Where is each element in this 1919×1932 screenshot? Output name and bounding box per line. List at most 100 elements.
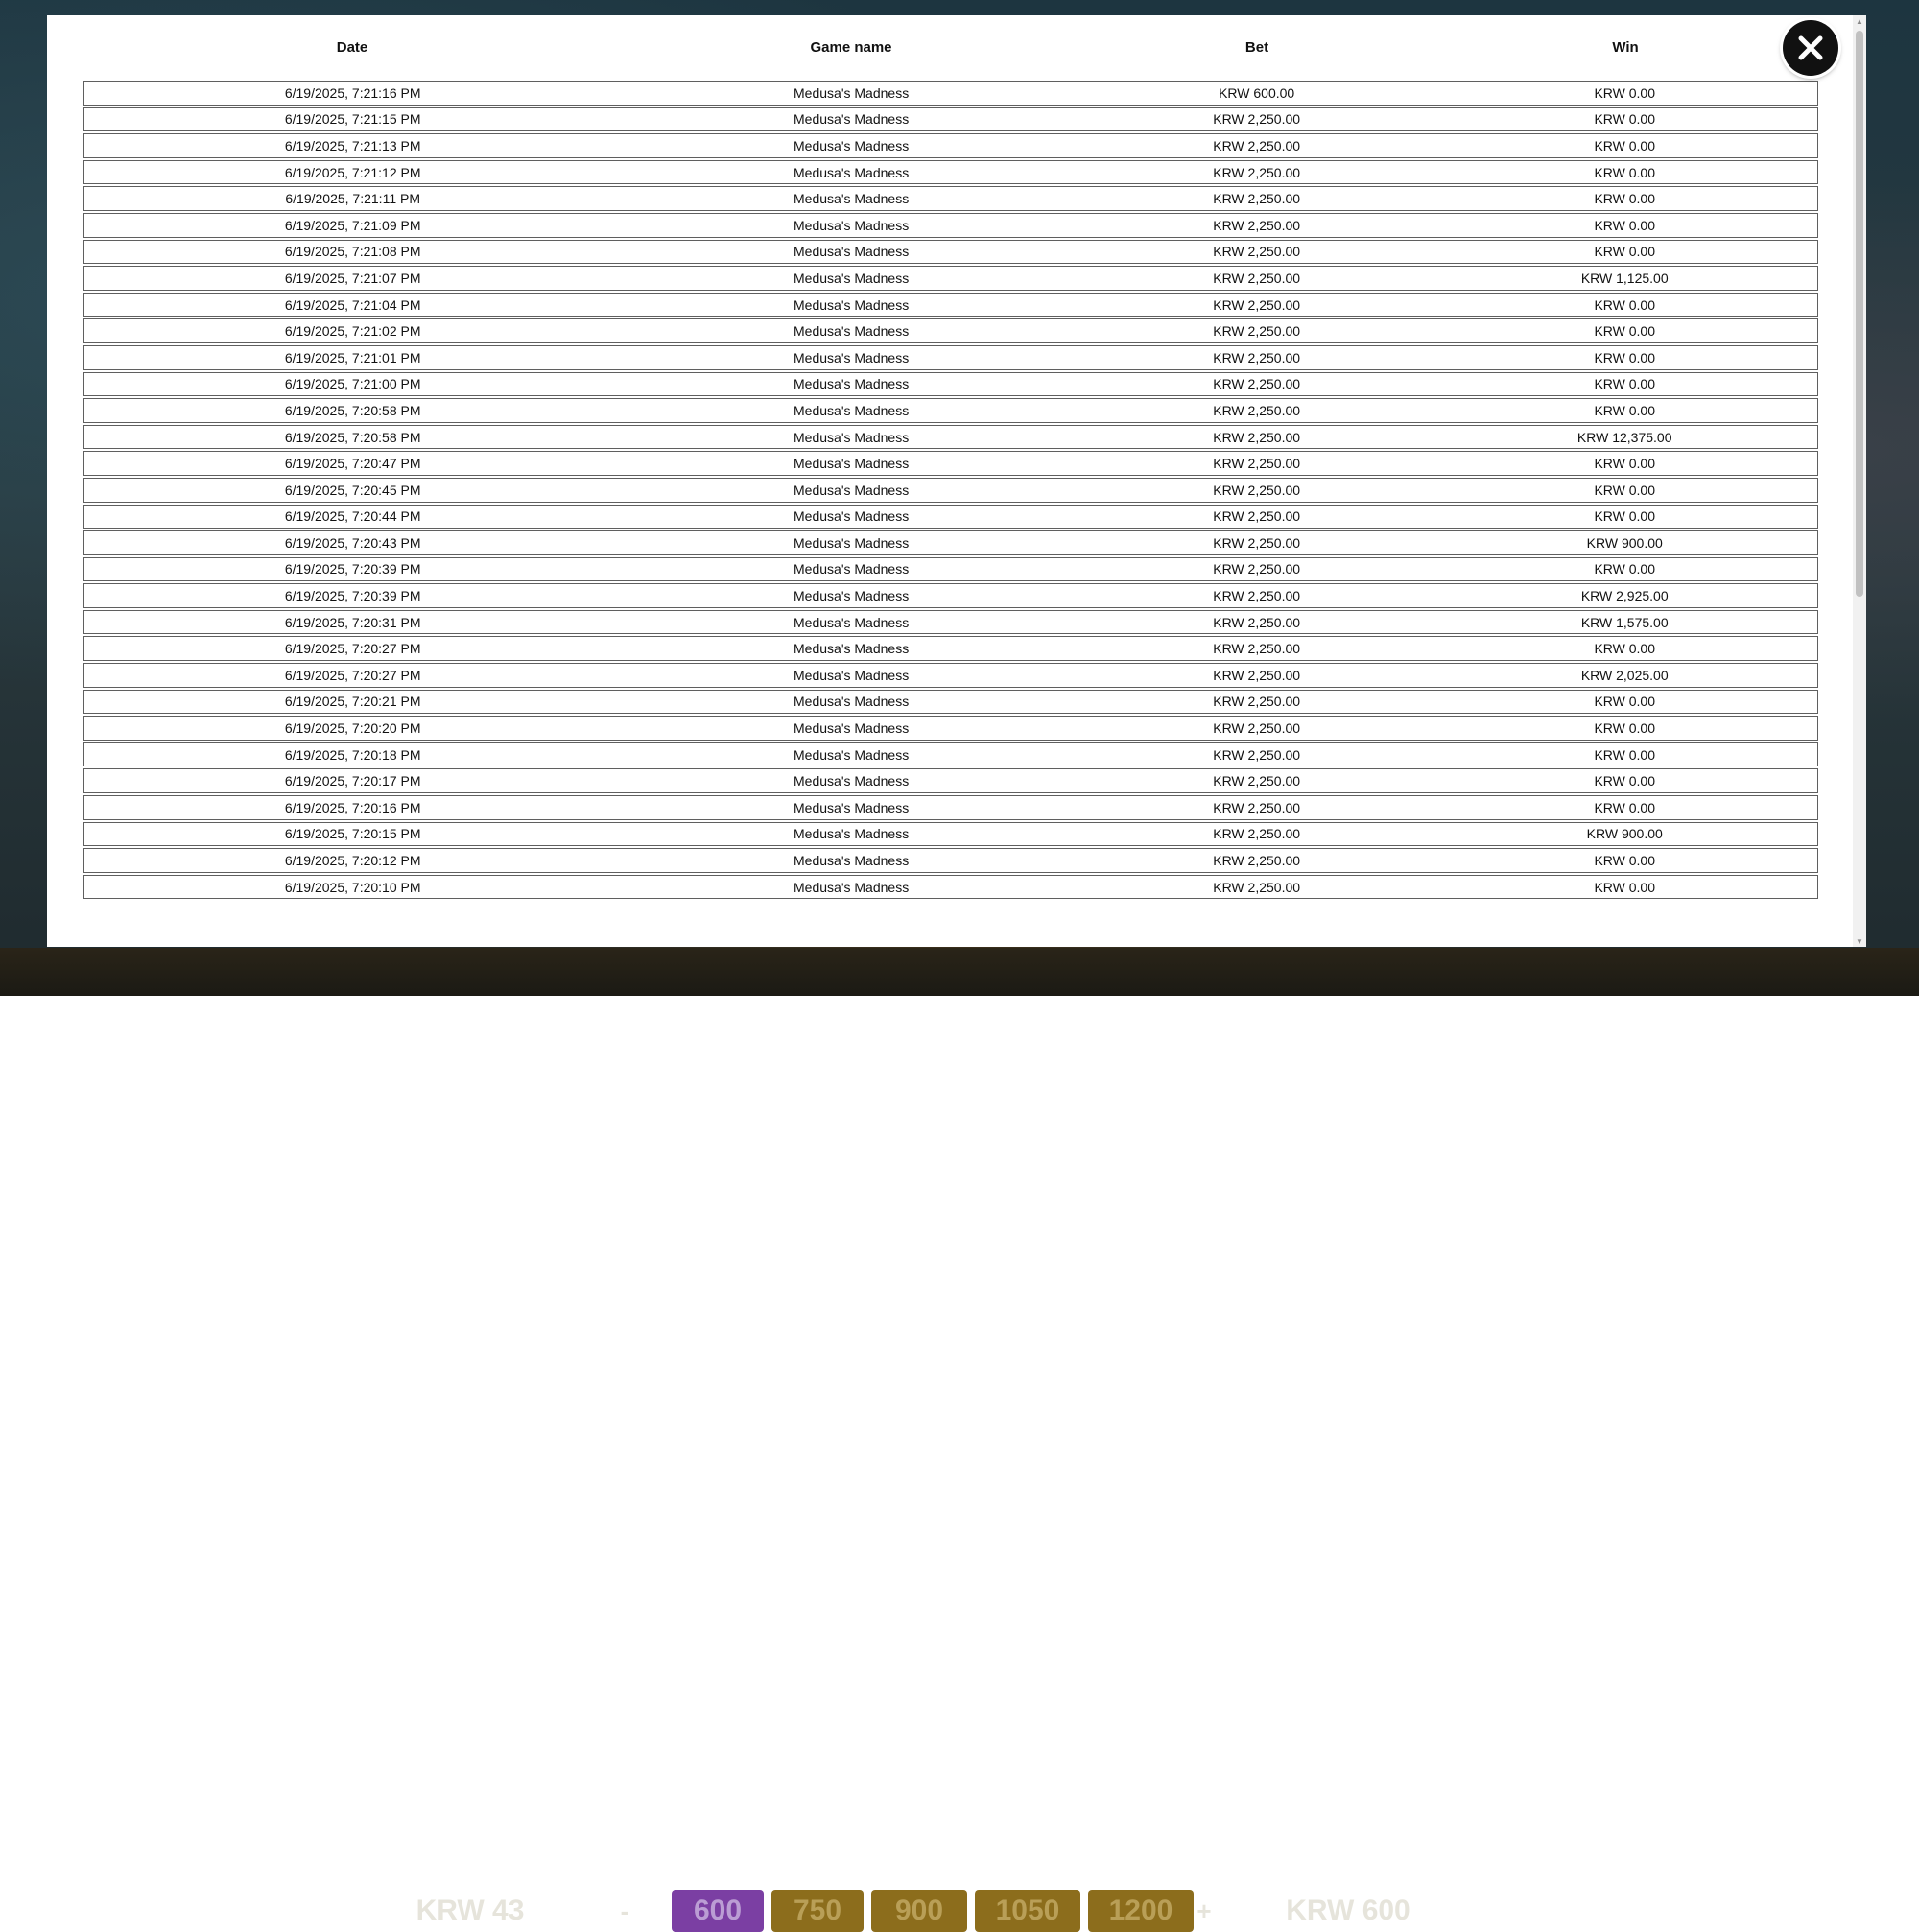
cell-date: 6/19/2025, 7:20:43 PM: [284, 534, 421, 551]
bet-display: KRW 600: [1286, 1895, 1410, 1926]
cell-game-name: Medusa's Madness: [794, 508, 910, 525]
table-row: 6/19/2025, 7:20:16 PM Medusa's Madness KRW…: [83, 795, 1818, 820]
cell-date: 6/19/2025, 7:20:47 PM: [284, 456, 421, 472]
table-row: 6/19/2025, 7:21:16 PM Medusa's Madness KRW…: [83, 81, 1818, 106]
scroll-down-arrow-icon[interactable]: ▼: [1853, 935, 1866, 947]
cell-date: 6/19/2025, 7:21:08 PM: [284, 244, 421, 260]
table-row: 6/19/2025, 7:20:15 PM Medusa's Madness KRW…: [83, 821, 1818, 847]
close-button[interactable]: [1783, 20, 1838, 76]
cell-win: KRW 900.00: [1586, 534, 1663, 551]
cell-win: KRW 0.00: [1594, 456, 1655, 472]
cell-win: KRW 0.00: [1594, 402, 1655, 418]
cell-date: 6/19/2025, 7:20:21 PM: [284, 694, 421, 710]
cell-bet: KRW 2,250.00: [1213, 879, 1301, 895]
cell-game-name: Medusa's Madness: [794, 191, 910, 207]
cell-date: 6/19/2025, 7:20:31 PM: [284, 614, 421, 630]
table-row: 6/19/2025, 7:20:44 PM Medusa's Madness KRW…: [83, 504, 1818, 530]
cell-date: 6/19/2025, 7:21:09 PM: [284, 217, 421, 233]
table-row: 6/19/2025, 7:21:13 PM Medusa's Madness KRW…: [83, 133, 1818, 158]
bet-chip-4: 1050: [975, 1890, 1080, 1932]
cell-win: KRW 0.00: [1594, 376, 1655, 392]
cell-win: KRW 2,025.00: [1580, 667, 1669, 683]
cell-win: KRW 0.00: [1594, 164, 1655, 180]
table-row: 6/19/2025, 7:20:47 PM Medusa's Madness KRW…: [83, 451, 1818, 476]
table-row: 6/19/2025, 7:20:20 PM Medusa's Madness KRW…: [83, 716, 1818, 741]
cell-game-name: Medusa's Madness: [794, 482, 910, 498]
cell-bet: KRW 2,250.00: [1213, 270, 1301, 286]
cell-game-name: Medusa's Madness: [794, 694, 910, 710]
cell-win: KRW 0.00: [1594, 323, 1655, 340]
cell-win: KRW 0.00: [1594, 799, 1655, 815]
cell-win: KRW 0.00: [1594, 84, 1655, 101]
cell-game-name: Medusa's Madness: [794, 349, 910, 365]
scroll-up-arrow-icon[interactable]: ▲: [1853, 15, 1866, 27]
cell-win: KRW 0.00: [1594, 349, 1655, 365]
cell-game-name: Medusa's Madness: [794, 667, 910, 683]
cell-date: 6/19/2025, 7:21:04 PM: [284, 296, 421, 313]
cell-game-name: Medusa's Madness: [794, 244, 910, 260]
cell-bet: KRW 2,250.00: [1213, 799, 1301, 815]
cell-game-name: Medusa's Madness: [794, 296, 910, 313]
cell-win: KRW 0.00: [1594, 853, 1655, 869]
cell-win: KRW 0.00: [1594, 508, 1655, 525]
cell-bet: KRW 2,250.00: [1213, 614, 1301, 630]
cell-bet: KRW 2,250.00: [1213, 561, 1301, 577]
cell-win: KRW 0.00: [1594, 191, 1655, 207]
table-row: 6/19/2025, 7:20:31 PM Medusa's Madness KRW…: [83, 609, 1818, 635]
cell-bet: KRW 2,250.00: [1213, 376, 1301, 392]
cell-bet: KRW 2,250.00: [1213, 191, 1301, 207]
cell-game-name: Medusa's Madness: [794, 323, 910, 340]
table-row: 6/19/2025, 7:21:09 PM Medusa's Madness KRW…: [83, 212, 1818, 238]
cell-game-name: Medusa's Madness: [794, 270, 910, 286]
cell-bet: KRW 2,250.00: [1213, 429, 1301, 445]
cell-game-name: Medusa's Madness: [794, 429, 910, 445]
cell-date: 6/19/2025, 7:20:10 PM: [284, 879, 421, 895]
cell-bet: KRW 2,250.00: [1213, 402, 1301, 418]
cell-date: 6/19/2025, 7:20:27 PM: [284, 667, 421, 683]
cell-win: KRW 0.00: [1594, 641, 1655, 657]
cell-win: KRW 0.00: [1594, 137, 1655, 153]
cell-game-name: Medusa's Madness: [794, 853, 910, 869]
bet-chip-3: 900: [871, 1890, 967, 1932]
table-row: 6/19/2025, 7:20:27 PM Medusa's Madness KRW…: [83, 663, 1818, 688]
cell-date: 6/19/2025, 7:21:07 PM: [284, 270, 421, 286]
balance-display: KRW 43: [415, 1895, 525, 1926]
cell-win: KRW 1,575.00: [1580, 614, 1669, 630]
cell-game-name: Medusa's Madness: [794, 111, 910, 128]
bet-history-modal: Date Game name Bet Win 6/19/2025, 7:21:1…: [47, 15, 1866, 947]
cell-win: KRW 0.00: [1594, 561, 1655, 577]
header-game-name: Game name: [810, 38, 892, 56]
cell-game-name: Medusa's Madness: [794, 799, 910, 815]
bet-chip-5: 1200: [1088, 1890, 1194, 1932]
cell-win: KRW 0.00: [1594, 111, 1655, 128]
table-row: 6/19/2025, 7:21:07 PM Medusa's Madness KRW…: [83, 266, 1818, 291]
cell-bet: KRW 2,250.00: [1213, 137, 1301, 153]
cell-game-name: Medusa's Madness: [794, 84, 910, 101]
table-row: 6/19/2025, 7:20:18 PM Medusa's Madness KRW…: [83, 742, 1818, 767]
bet-history-table: Date Game name Bet Win 6/19/2025, 7:21:1…: [83, 15, 1818, 947]
cell-bet: KRW 2,250.00: [1213, 456, 1301, 472]
increase-bet-glyph: +: [1196, 1896, 1212, 1925]
scrollbar-thumb[interactable]: [1856, 31, 1863, 597]
table-row: 6/19/2025, 7:21:08 PM Medusa's Madness KRW…: [83, 239, 1818, 265]
table-row: 6/19/2025, 7:20:27 PM Medusa's Madness KRW…: [83, 636, 1818, 662]
table-row: 6/19/2025, 7:20:12 PM Medusa's Madness KRW…: [83, 848, 1818, 873]
table-header: Date Game name Bet Win: [83, 15, 1818, 79]
table-row: 6/19/2025, 7:20:58 PM Medusa's Madness KRW…: [83, 398, 1818, 423]
cell-game-name: Medusa's Madness: [794, 773, 910, 789]
cell-bet: KRW 2,250.00: [1213, 323, 1301, 340]
cell-date: 6/19/2025, 7:21:02 PM: [284, 323, 421, 340]
table-row: 6/19/2025, 7:21:02 PM Medusa's Madness KRW…: [83, 318, 1818, 343]
cell-date: 6/19/2025, 7:20:39 PM: [284, 561, 421, 577]
cell-date: 6/19/2025, 7:21:12 PM: [284, 164, 421, 180]
table-row: 6/19/2025, 7:21:00 PM Medusa's Madness KRW…: [83, 371, 1818, 397]
cell-win: KRW 0.00: [1594, 773, 1655, 789]
cell-game-name: Medusa's Madness: [794, 456, 910, 472]
cell-date: 6/19/2025, 7:21:16 PM: [284, 84, 421, 101]
cell-win: KRW 0.00: [1594, 482, 1655, 498]
bet-chip-1: 600: [672, 1890, 764, 1932]
cell-game-name: Medusa's Madness: [794, 376, 910, 392]
vertical-scrollbar[interactable]: ▲ ▼: [1853, 15, 1866, 947]
cell-bet: KRW 2,250.00: [1213, 667, 1301, 683]
cell-date: 6/19/2025, 7:20:20 PM: [284, 720, 421, 737]
